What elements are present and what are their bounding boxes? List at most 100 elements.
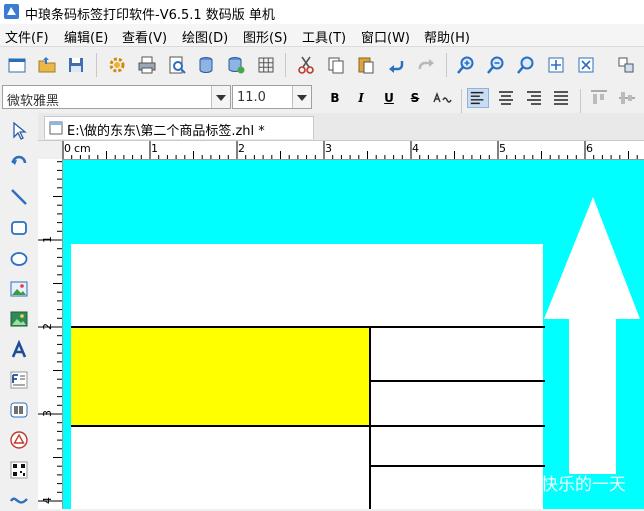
zoom-in-button[interactable] bbox=[456, 55, 476, 75]
menu-view[interactable]: 查看(V) bbox=[122, 27, 167, 46]
text-tool[interactable] bbox=[9, 340, 29, 362]
data-settings-button[interactable] bbox=[226, 55, 246, 75]
magnifier-icon bbox=[517, 56, 534, 74]
font-name-value: 微软雅黑 bbox=[7, 94, 60, 109]
window-icon bbox=[8, 58, 26, 73]
curve-tool[interactable] bbox=[9, 489, 29, 511]
cut-button[interactable] bbox=[296, 55, 316, 75]
rich-text-icon bbox=[10, 371, 28, 389]
ruler-label-6: 6 bbox=[586, 142, 593, 155]
window-title: 中琅条码标签打印软件-V6.5.1 数码版 单机 bbox=[25, 8, 275, 23]
horizontal-ruler-ticks bbox=[62, 141, 638, 159]
align-left-button[interactable] bbox=[467, 88, 489, 108]
fit-width-icon bbox=[578, 57, 594, 73]
layout-button[interactable] bbox=[616, 55, 636, 75]
ruler-label-v1: 1 bbox=[41, 236, 54, 243]
vertical-ruler-ticks bbox=[38, 161, 62, 502]
paste-button[interactable] bbox=[356, 55, 376, 75]
zoom-out-icon bbox=[487, 56, 504, 74]
ruler-label-0: 0 bbox=[64, 142, 71, 155]
italic-button[interactable]: I bbox=[351, 89, 371, 107]
ruler-label-5: 5 bbox=[499, 142, 506, 155]
print-preview-button[interactable] bbox=[167, 55, 187, 75]
menu-edit[interactable]: 编辑(E) bbox=[64, 27, 108, 46]
menu-file[interactable]: 文件(F) bbox=[5, 27, 49, 46]
yellow-cell[interactable] bbox=[71, 327, 370, 426]
toolbar-separator bbox=[446, 53, 447, 77]
justify-icon bbox=[554, 91, 568, 105]
menu-tools[interactable]: 工具(T) bbox=[302, 27, 346, 46]
select-tool[interactable] bbox=[9, 121, 29, 143]
grid-icon bbox=[258, 57, 274, 73]
justify-button[interactable] bbox=[550, 88, 572, 108]
undo-arrow-icon bbox=[389, 61, 404, 73]
ellipse-tool[interactable] bbox=[9, 249, 29, 271]
menu-help[interactable]: 帮助(H) bbox=[424, 27, 470, 46]
database-button[interactable] bbox=[196, 55, 216, 75]
image-tool[interactable] bbox=[9, 279, 29, 301]
shape-tool[interactable] bbox=[9, 430, 29, 452]
text-icon bbox=[11, 340, 27, 358]
align-right-button[interactable] bbox=[523, 88, 545, 108]
font-size-select[interactable]: 11.0 bbox=[232, 85, 312, 109]
new-document-button[interactable] bbox=[7, 55, 27, 75]
toolbar-separator bbox=[580, 89, 581, 113]
chevron-down-icon[interactable] bbox=[292, 86, 311, 108]
print-button[interactable] bbox=[137, 55, 157, 75]
line-tool[interactable] bbox=[9, 187, 29, 209]
ruler-label-2: 2 bbox=[238, 142, 245, 155]
bold-button[interactable]: B bbox=[325, 89, 345, 107]
ruler-label-3: 3 bbox=[325, 142, 332, 155]
grid-button[interactable] bbox=[256, 55, 276, 75]
barcode-tool[interactable] bbox=[9, 400, 29, 422]
document-tab[interactable]: E:\做的东东\第二个商品标签.zhl * bbox=[44, 116, 314, 139]
line-icon bbox=[11, 189, 27, 205]
strikethrough-button[interactable]: S bbox=[405, 89, 425, 107]
menu-shape[interactable]: 图形(S) bbox=[243, 27, 287, 46]
menu-draw[interactable]: 绘图(D) bbox=[182, 27, 228, 46]
rich-text-tool[interactable] bbox=[9, 370, 29, 392]
fit-width-button[interactable] bbox=[576, 55, 596, 75]
open-button[interactable] bbox=[37, 55, 57, 75]
label-artwork bbox=[71, 197, 640, 509]
up-arrow-shape[interactable] bbox=[544, 197, 640, 474]
layout-icon bbox=[618, 57, 634, 73]
menu-bar: 文件(F) 编辑(E) 查看(V) 绘图(D) 图形(S) 工具(T) 窗口(W… bbox=[0, 24, 644, 46]
main-toolbar bbox=[0, 46, 644, 83]
paste-icon bbox=[358, 57, 374, 74]
printer-icon bbox=[138, 56, 156, 74]
redo-arrow-icon bbox=[418, 59, 434, 70]
menu-window[interactable]: 窗口(W) bbox=[361, 27, 410, 46]
redo-button[interactable] bbox=[416, 55, 436, 75]
font-name-select[interactable]: 微软雅黑 bbox=[2, 85, 231, 109]
design-canvas[interactable] bbox=[63, 160, 644, 509]
underline-button[interactable]: U bbox=[379, 89, 399, 107]
align-middle-button[interactable] bbox=[616, 88, 638, 108]
picture-tool[interactable] bbox=[9, 309, 29, 331]
font-size-value: 11.0 bbox=[237, 90, 266, 105]
rotate-icon bbox=[11, 155, 27, 165]
triangle-circle-icon bbox=[10, 431, 28, 449]
save-disk-icon bbox=[69, 58, 83, 72]
align-left-icon bbox=[470, 91, 484, 105]
copy-button[interactable] bbox=[326, 55, 346, 75]
undo-button[interactable] bbox=[386, 55, 406, 75]
rounded-rectangle-icon bbox=[11, 221, 27, 235]
align-top-icon bbox=[591, 90, 607, 104]
chevron-down-icon[interactable] bbox=[211, 86, 230, 108]
align-center-button[interactable] bbox=[495, 88, 517, 108]
ruler-unit: cm bbox=[74, 142, 91, 155]
zoom-out-button[interactable] bbox=[486, 55, 506, 75]
save-button[interactable] bbox=[66, 55, 86, 75]
print-preview-icon bbox=[169, 56, 186, 74]
rounded-rectangle-tool[interactable] bbox=[9, 218, 29, 240]
character-spacing-icon bbox=[433, 92, 452, 103]
pointer-icon bbox=[13, 121, 27, 140]
qrcode-tool[interactable] bbox=[9, 460, 29, 482]
zoom-actual-button[interactable] bbox=[516, 55, 536, 75]
character-spacing-button[interactable] bbox=[431, 88, 453, 108]
fit-page-button[interactable] bbox=[546, 55, 566, 75]
settings-button[interactable] bbox=[107, 55, 127, 75]
align-top-button[interactable] bbox=[588, 88, 610, 108]
rotate-tool[interactable] bbox=[9, 151, 29, 173]
